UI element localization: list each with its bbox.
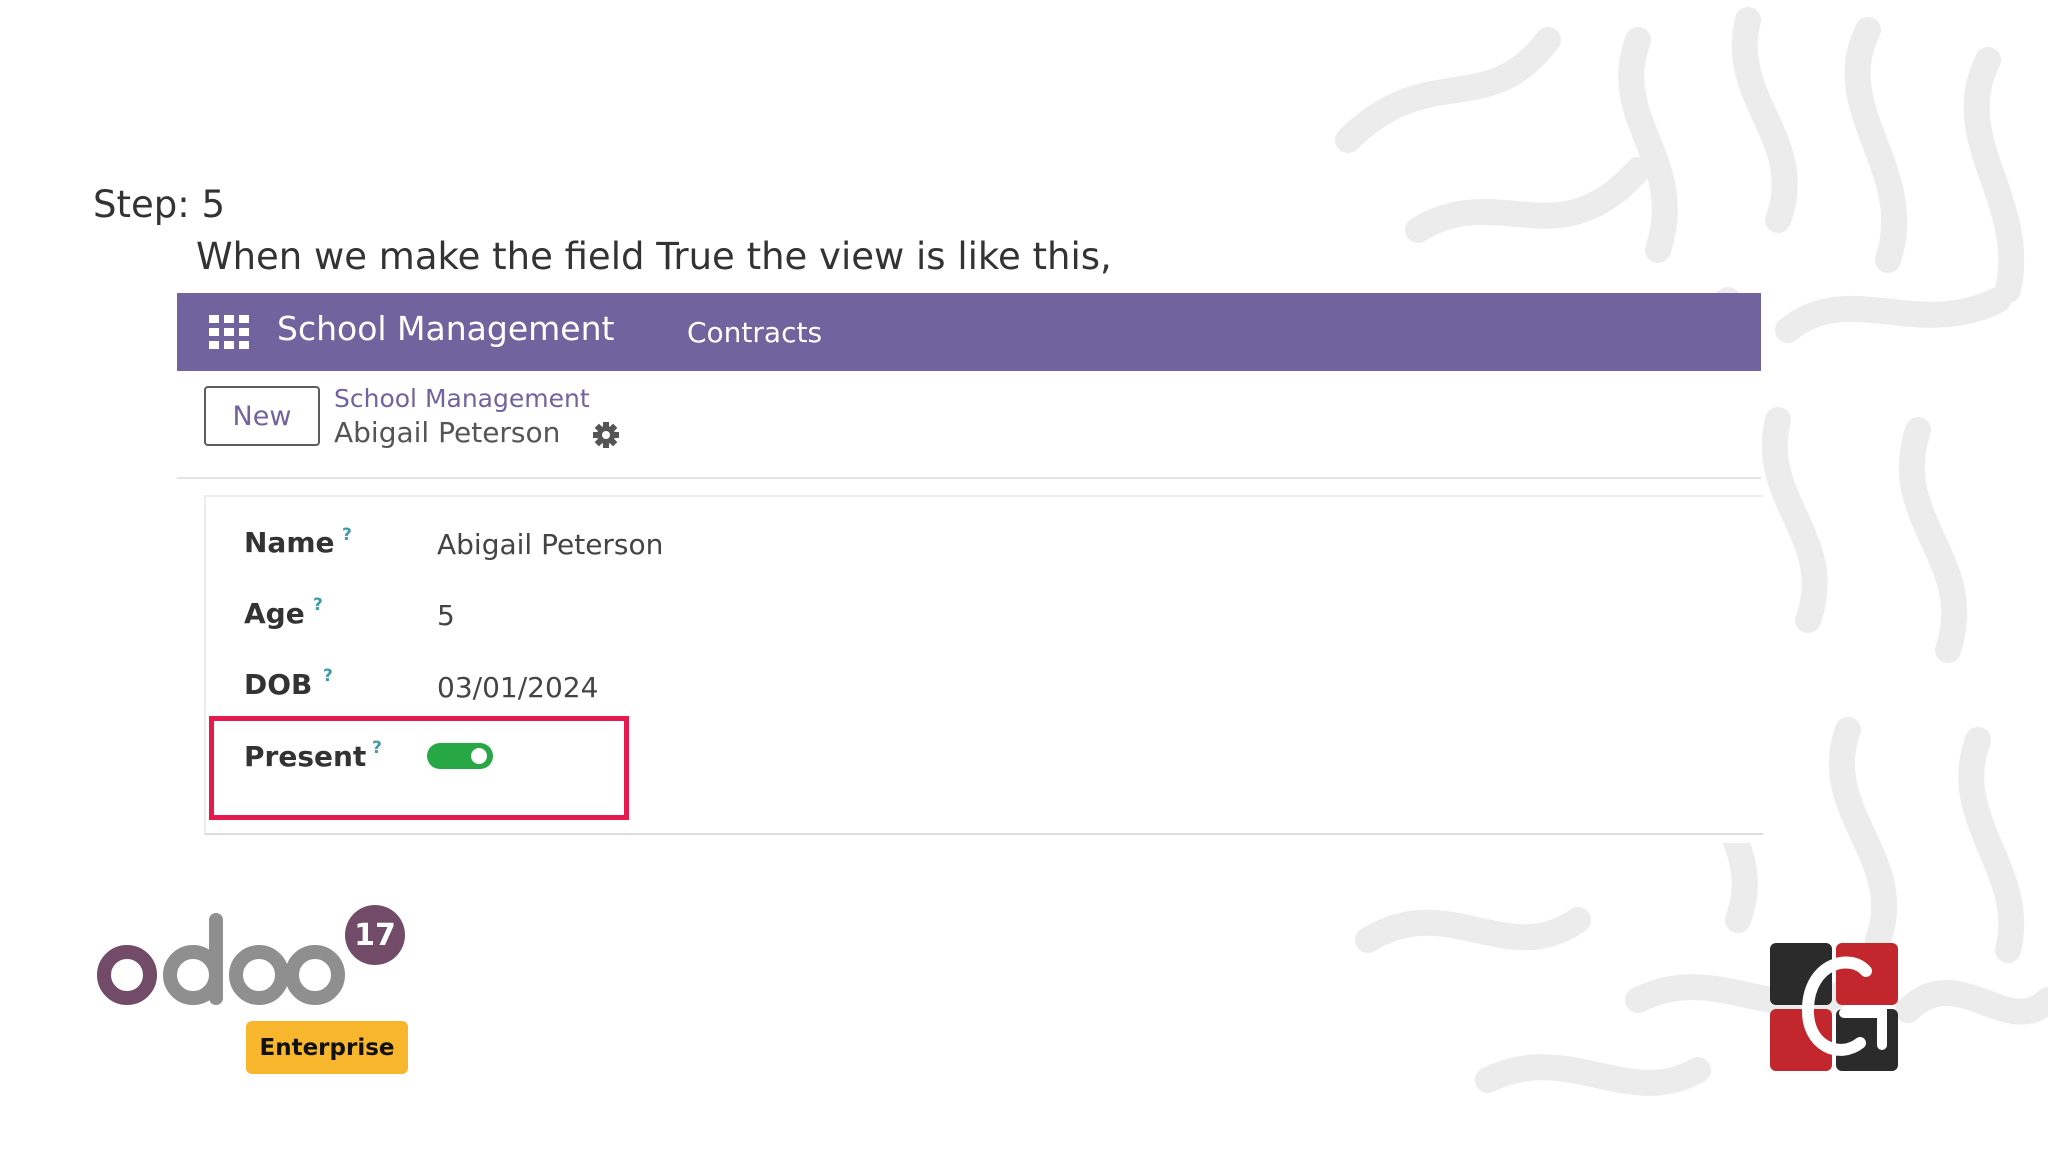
highlight-box [209, 716, 629, 820]
breadcrumb-parent[interactable]: School Management [334, 384, 590, 413]
top-navbar: School Management Contracts [177, 293, 1761, 371]
version-badge: 17 [345, 905, 405, 965]
step-label: Step: 5 [93, 183, 226, 226]
field-label-name: Name [244, 526, 335, 559]
control-panel-divider [177, 477, 1761, 479]
field-value-age[interactable]: 5 [437, 599, 455, 632]
field-label-age: Age [244, 597, 305, 630]
field-value-dob[interactable]: 03/01/2024 [437, 671, 598, 704]
help-icon-age[interactable]: ? [313, 595, 323, 615]
app-title[interactable]: School Management [277, 309, 614, 348]
menu-contracts[interactable]: Contracts [687, 316, 822, 349]
step-description: When we make the field True the view is … [196, 235, 1112, 278]
field-value-name[interactable]: Abigail Peterson [437, 528, 663, 561]
field-label-dob: DOB [244, 668, 313, 701]
help-icon-dob[interactable]: ? [323, 666, 333, 686]
enterprise-badge: Enterprise [246, 1021, 408, 1074]
gear-icon[interactable] [592, 421, 620, 449]
cg-logo [1770, 943, 1898, 1071]
new-button[interactable]: New [204, 386, 320, 446]
grid-icon[interactable] [209, 315, 249, 349]
breadcrumb-current: Abigail Peterson [334, 416, 561, 449]
help-icon-name[interactable]: ? [342, 525, 352, 545]
